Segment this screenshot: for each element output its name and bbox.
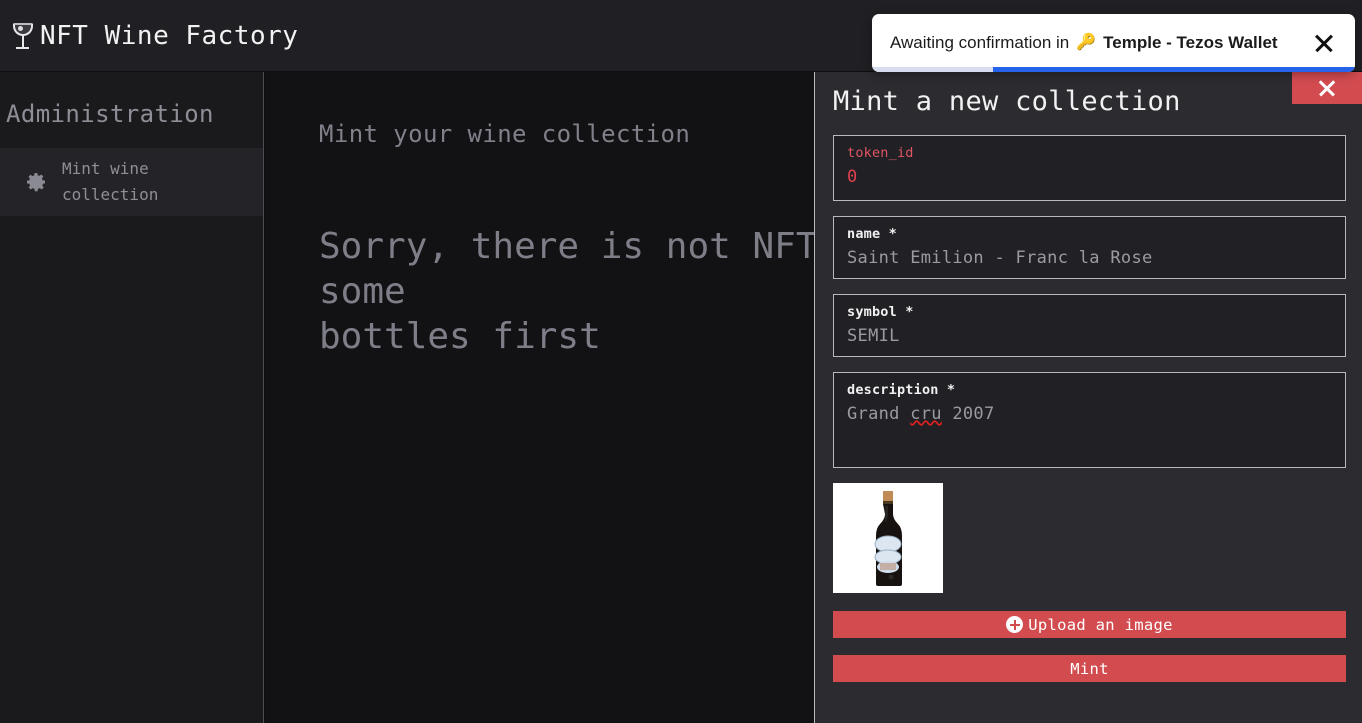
key-icon: 🔑 [1076, 35, 1096, 51]
toast-progress-bar [872, 67, 1355, 72]
plus-circle-icon [1006, 616, 1023, 633]
toast-notification: Awaiting confirmation in 🔑 Temple - Tezo… [872, 14, 1355, 72]
symbol-label: symbol * [847, 304, 1333, 320]
app-title: NFT Wine Factory [40, 21, 298, 51]
upload-image-label: Upload an image [1028, 616, 1172, 634]
description-label: description * [847, 382, 1333, 398]
image-preview[interactable] [833, 483, 943, 593]
description-field[interactable]: description * Grand cru 2007 [833, 372, 1346, 468]
token-id-label: token_id [847, 145, 1333, 161]
sidebar-title: Administration [0, 72, 263, 148]
mint-button-label: Mint [1070, 660, 1109, 678]
sidebar: Administration Mint wine collection [0, 72, 264, 723]
toast-close-button[interactable] [1309, 28, 1339, 58]
toast-progress-fill [993, 67, 1355, 72]
toast-wallet-name: Temple - Tezos Wallet [1103, 33, 1277, 53]
symbol-value: SEMIL [847, 326, 1333, 346]
sidebar-item-mint-wine-collection[interactable]: Mint wine collection [0, 148, 263, 216]
app-root: NFT Wine Factory Administration Mint win… [0, 0, 1362, 723]
sidebar-item-label: Mint wine collection [62, 156, 182, 208]
token-id-field[interactable]: token_id 0 [833, 135, 1346, 201]
drawer-title: Mint a new collection [815, 72, 1362, 117]
mint-collection-form: token_id 0 name * Saint Emilion - Franc … [815, 117, 1362, 682]
name-value: Saint Emilion - Franc la Rose [847, 248, 1333, 268]
toast-message: Awaiting confirmation in 🔑 Temple - Tezo… [890, 33, 1309, 53]
close-icon [1318, 79, 1336, 97]
drawer-close-button[interactable] [1292, 72, 1362, 104]
wine-glass-icon [12, 21, 34, 51]
gear-icon [10, 170, 62, 194]
symbol-field[interactable]: symbol * SEMIL [833, 294, 1346, 357]
upload-image-button[interactable]: Upload an image [833, 611, 1346, 638]
app-brand: NFT Wine Factory [12, 21, 298, 51]
description-value: Grand cru 2007 [847, 404, 1333, 424]
name-label: name * [847, 226, 1333, 242]
mint-collection-drawer: Mint a new collection token_id 0 name * … [814, 72, 1362, 723]
toast-message-text: Awaiting confirmation in [890, 33, 1069, 53]
mint-button[interactable]: Mint [833, 655, 1346, 682]
wine-bottle-icon [866, 489, 910, 587]
token-id-value: 0 [847, 167, 1333, 187]
name-field[interactable]: name * Saint Emilion - Franc la Rose [833, 216, 1346, 279]
